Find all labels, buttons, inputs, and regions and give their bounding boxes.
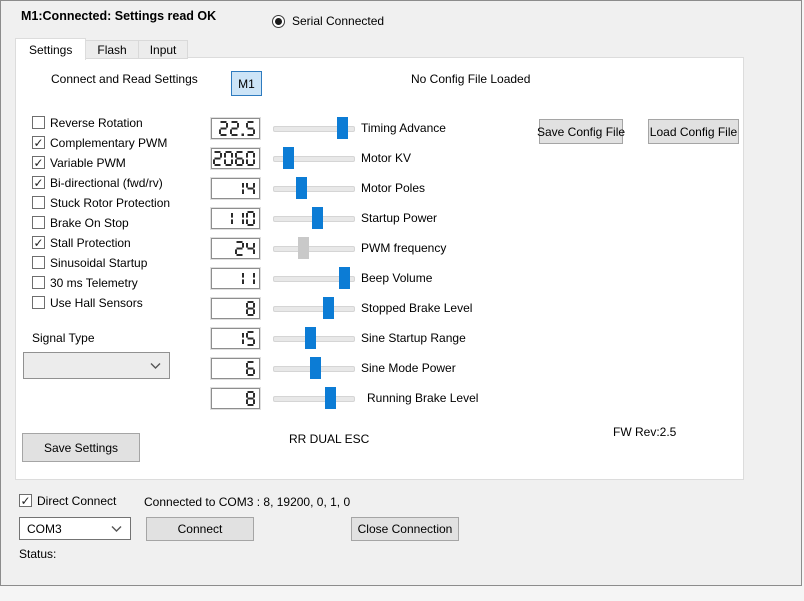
- checkbox-label: Use Hall Sensors: [50, 296, 143, 310]
- checkbox[interactable]: [32, 116, 45, 129]
- status-title: M1:Connected: Settings read OK: [21, 9, 216, 23]
- load-config-file-button[interactable]: Load Config File: [648, 119, 739, 144]
- value-display: [211, 208, 260, 229]
- slider-thumb[interactable]: [339, 267, 350, 289]
- checkbox-row: Variable PWM: [32, 155, 126, 170]
- direct-connect-checkbox[interactable]: [19, 494, 32, 507]
- value-display: [211, 238, 260, 259]
- chevron-down-icon: [111, 525, 122, 532]
- checkbox[interactable]: [32, 176, 45, 189]
- com-port-value: COM3: [27, 522, 62, 536]
- slider-label: Sine Startup Range: [361, 331, 466, 345]
- signal-type-dropdown[interactable]: [23, 352, 170, 379]
- slider-label: Beep Volume: [361, 271, 432, 285]
- esc-name-label: RR DUAL ESC: [289, 432, 369, 446]
- checkbox-row: Reverse Rotation: [32, 115, 143, 130]
- tab-settings[interactable]: Settings: [15, 38, 86, 60]
- slider-thumb[interactable]: [305, 327, 316, 349]
- fw-rev-label: FW Rev:2.5: [613, 425, 676, 439]
- slider-label: Timing Advance: [361, 121, 446, 135]
- checkbox-label: Brake On Stop: [50, 216, 129, 230]
- slider-track[interactable]: [273, 246, 355, 252]
- checkbox-label: Reverse Rotation: [50, 116, 143, 130]
- slider-thumb[interactable]: [337, 117, 348, 139]
- signal-type-label: Signal Type: [32, 331, 95, 345]
- direct-connect-row: Direct Connect: [19, 493, 116, 508]
- app-window: M1:Connected: Settings read OK Serial Co…: [0, 0, 802, 586]
- slider-label: Startup Power: [361, 211, 437, 225]
- slider-track[interactable]: [273, 306, 355, 312]
- checkbox-row: Stall Protection: [32, 235, 131, 250]
- value-display: [211, 178, 260, 199]
- checkbox-row: Brake On Stop: [32, 215, 129, 230]
- slider-label: Sine Mode Power: [361, 361, 456, 375]
- value-display: [211, 358, 260, 379]
- checkbox-label: 30 ms Telemetry: [50, 276, 138, 290]
- checkbox[interactable]: [32, 196, 45, 209]
- slider-label: Motor KV: [361, 151, 411, 165]
- checkbox-label: Bi-directional (fwd/rv): [50, 176, 163, 190]
- checkbox-label: Sinusoidal Startup: [50, 256, 147, 270]
- checkbox-label: Stall Protection: [50, 236, 131, 250]
- slider-track[interactable]: [273, 186, 355, 192]
- value-display: [211, 298, 260, 319]
- checkbox-label: Complementary PWM: [50, 136, 167, 150]
- serial-connected-label: Serial Connected: [292, 14, 384, 28]
- checkbox-row: Use Hall Sensors: [32, 295, 143, 310]
- checkbox[interactable]: [32, 276, 45, 289]
- slider-thumb[interactable]: [298, 237, 309, 259]
- config-file-status: No Config File Loaded: [411, 72, 530, 86]
- chevron-down-icon: [150, 362, 161, 369]
- m1-button[interactable]: M1: [231, 71, 262, 96]
- com-port-dropdown[interactable]: COM3: [19, 517, 131, 540]
- value-display: [211, 148, 260, 169]
- checkbox-row: 30 ms Telemetry: [32, 275, 138, 290]
- save-config-file-button[interactable]: Save Config File: [539, 119, 623, 144]
- slider-thumb[interactable]: [283, 147, 294, 169]
- slider-thumb[interactable]: [323, 297, 334, 319]
- save-settings-button[interactable]: Save Settings: [22, 433, 140, 462]
- checkbox-row: Sinusoidal Startup: [32, 255, 147, 270]
- slider-label: Stopped Brake Level: [361, 301, 472, 315]
- checkbox[interactable]: [32, 136, 45, 149]
- close-connection-button[interactable]: Close Connection: [351, 517, 459, 541]
- slider-track[interactable]: [273, 396, 355, 402]
- checkbox[interactable]: [32, 216, 45, 229]
- slider-thumb[interactable]: [310, 357, 321, 379]
- tab-strip: SettingsFlashInput: [15, 38, 188, 59]
- checkbox-row: Complementary PWM: [32, 135, 167, 150]
- connection-status-line: Connected to COM3 : 8, 19200, 0, 1, 0: [144, 495, 350, 509]
- slider-label: PWM frequency: [361, 241, 446, 255]
- slider-label: Running Brake Level: [367, 391, 478, 405]
- slider-thumb[interactable]: [312, 207, 323, 229]
- checkbox-row: Bi-directional (fwd/rv): [32, 175, 163, 190]
- checkbox[interactable]: [32, 236, 45, 249]
- serial-connected-radio-icon[interactable]: [272, 15, 285, 28]
- slider-thumb[interactable]: [296, 177, 307, 199]
- value-display: [211, 118, 260, 139]
- status-label: Status:: [19, 547, 56, 561]
- connect-and-read-label: Connect and Read Settings: [51, 72, 198, 86]
- checkbox-row: Stuck Rotor Protection: [32, 195, 170, 210]
- slider-thumb[interactable]: [325, 387, 336, 409]
- connect-button[interactable]: Connect: [146, 517, 254, 541]
- checkbox[interactable]: [32, 256, 45, 269]
- checkbox-label: Stuck Rotor Protection: [50, 196, 170, 210]
- tab-input[interactable]: Input: [139, 40, 189, 59]
- checkbox-label: Variable PWM: [50, 156, 126, 170]
- value-display: [211, 388, 260, 409]
- tab-flash[interactable]: Flash: [86, 40, 138, 59]
- checkbox[interactable]: [32, 296, 45, 309]
- checkbox[interactable]: [32, 156, 45, 169]
- serial-connected-radio-group: Serial Connected: [272, 14, 384, 28]
- value-display: [211, 328, 260, 349]
- slider-label: Motor Poles: [361, 181, 425, 195]
- value-display: [211, 268, 260, 289]
- direct-connect-label: Direct Connect: [37, 494, 116, 508]
